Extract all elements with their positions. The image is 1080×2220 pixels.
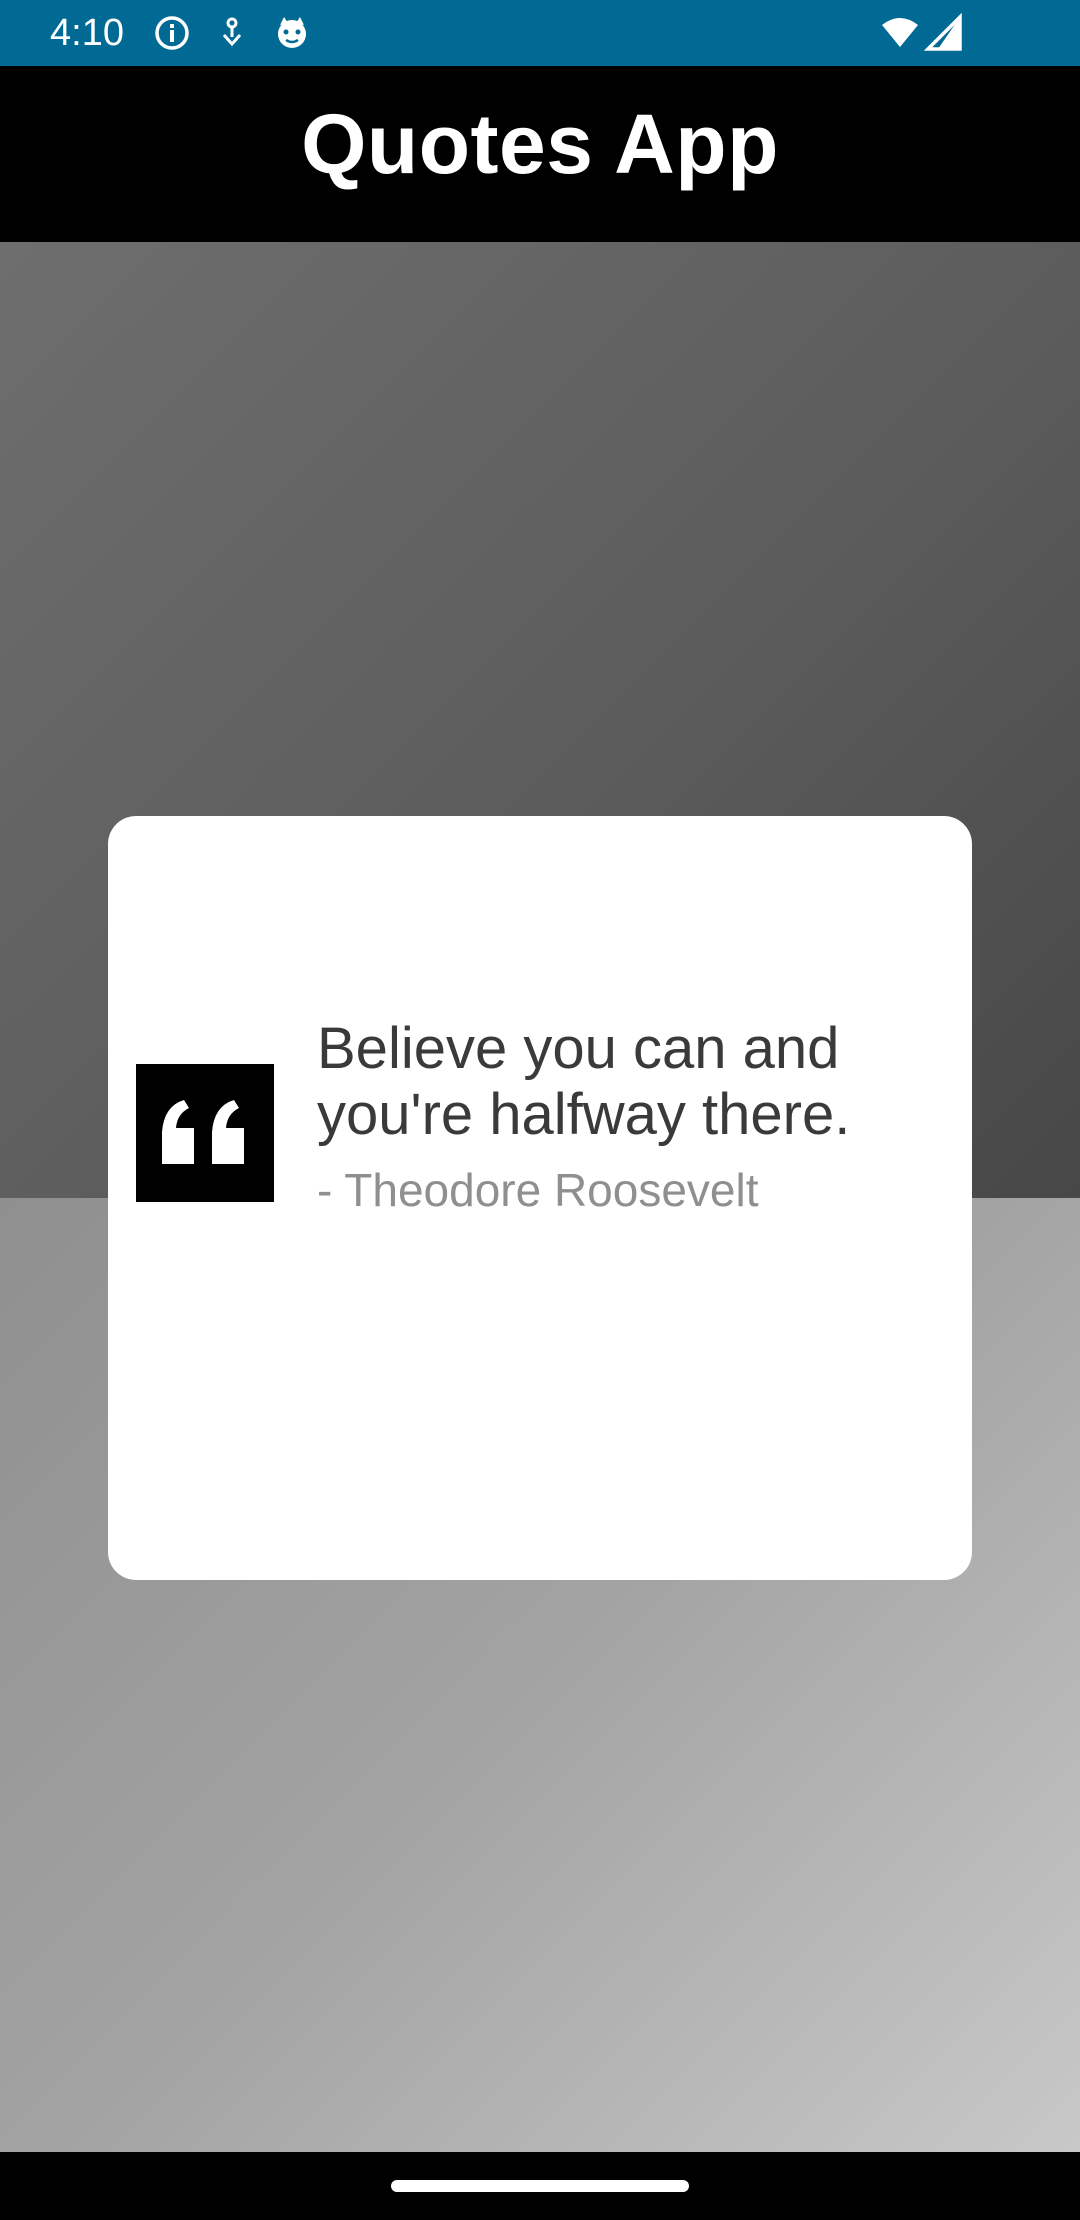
quote-text: Believe you can and you're halfway there… (317, 1016, 851, 1147)
home-gesture-handle[interactable] (391, 2180, 689, 2192)
navigation-bar (0, 2152, 1080, 2220)
quote-mark-icon (136, 1064, 274, 1202)
status-bar: 4:10 (0, 0, 1080, 66)
status-time: 4:10 (50, 12, 124, 54)
app-bar: Quotes App (0, 66, 1080, 242)
cat-face-icon (272, 13, 312, 53)
app-title: Quotes App (301, 96, 779, 191)
signal-icon (924, 13, 964, 53)
quote-card[interactable]: Believe you can and you're halfway there… (108, 816, 972, 1580)
quote-author: - Theodore Roosevelt (317, 1164, 759, 1216)
info-icon (152, 13, 192, 53)
wifi-icon (880, 13, 920, 53)
download-icon (212, 13, 252, 53)
